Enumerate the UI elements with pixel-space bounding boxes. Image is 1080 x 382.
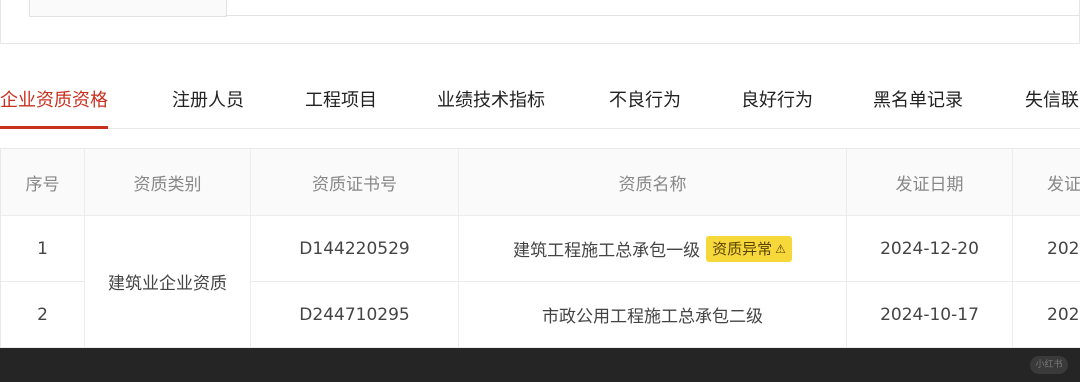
top-card-cell xyxy=(29,0,227,17)
tab-dishonesty[interactable]: 失信联 xyxy=(1025,82,1079,128)
col-header-name: 资质名称 xyxy=(459,149,847,216)
col-header-category: 资质类别 xyxy=(85,149,251,216)
tab-performance-metrics[interactable]: 业绩技术指标 xyxy=(437,82,545,128)
col-header-issue-date: 发证日期 xyxy=(847,149,1013,216)
row2-index: 2 xyxy=(1,282,85,348)
row2-cert-no: D244710295 xyxy=(251,282,459,348)
tab-projects[interactable]: 工程项目 xyxy=(305,82,377,128)
top-card-divider xyxy=(225,15,1080,16)
row2-issue-date: 2024-10-17 xyxy=(847,282,1013,348)
alarm-icon: ⚠ xyxy=(775,241,786,256)
row1-issue-date: 2024-12-20 xyxy=(847,216,1013,282)
row2-issuer: 202 xyxy=(1013,282,1080,348)
row2-name: 市政公用工程施工总承包二级 xyxy=(459,282,847,348)
category-cell: 建筑业企业资质 xyxy=(85,216,251,348)
tab-bad-behavior[interactable]: 不良行为 xyxy=(609,82,681,128)
col-header-issuer: 发证 xyxy=(1013,149,1080,216)
qualification-table: 序号 资质类别 资质证书号 资质名称 发证日期 发证 建筑业企业资质 1 D14… xyxy=(0,148,1080,349)
abnormal-badge[interactable]: 资质异常 ⚠ xyxy=(706,235,792,262)
row1-cert-no: D144220529 xyxy=(251,216,459,282)
tab-good-behavior[interactable]: 良好行为 xyxy=(741,82,813,128)
tab-blacklist[interactable]: 黑名单记录 xyxy=(873,82,963,128)
bottom-dark-bar: 小红书 xyxy=(0,348,1080,382)
col-header-cert-no: 资质证书号 xyxy=(251,149,459,216)
col-header-index: 序号 xyxy=(1,149,85,216)
tab-qualification[interactable]: 企业资质资格 xyxy=(0,82,108,129)
watermark-logo: 小红书 xyxy=(1030,356,1068,374)
row1-name-cell: 建筑工程施工总承包一级 资质异常 ⚠ xyxy=(459,216,847,282)
tab-bar: 企业资质资格 注册人员 工程项目 业绩技术指标 不良行为 良好行为 黑名单记录 … xyxy=(0,82,1080,129)
top-info-card xyxy=(0,0,1080,44)
row1-issuer: 202 xyxy=(1013,216,1080,282)
abnormal-badge-label: 资质异常 xyxy=(712,240,773,258)
row1-index: 1 xyxy=(1,216,85,282)
row1-name: 建筑工程施工总承包一级 xyxy=(513,241,701,261)
tab-registered-staff[interactable]: 注册人员 xyxy=(172,82,244,128)
